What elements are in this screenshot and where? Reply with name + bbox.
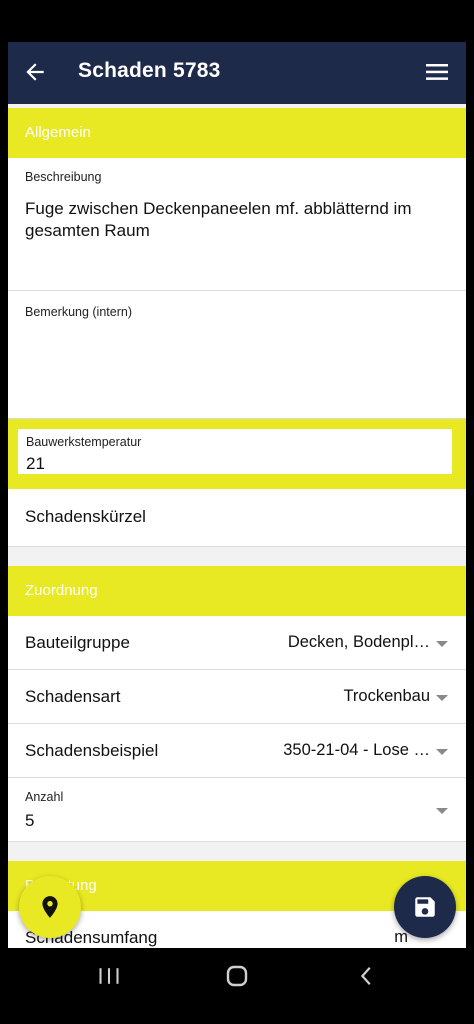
schadenskuerzel-field[interactable]: Schadenskürzel	[8, 489, 466, 547]
system-navigation-bar	[0, 948, 474, 1024]
back-arrow-icon[interactable]	[22, 59, 48, 85]
schadensbeispiel-label: Schadensbeispiel	[25, 741, 159, 760]
schadensbeispiel-select[interactable]: Schadensbeispiel 350-21-04 - Lose …	[8, 724, 466, 778]
schadensbeispiel-value: 350-21-04 - Lose …	[283, 741, 430, 759]
anzahl-select[interactable]: Anzahl 5	[8, 778, 466, 842]
save-icon	[415, 897, 435, 917]
anzahl-value: 5	[25, 811, 35, 830]
device-frame: Schaden 5783 Allgemein Beschreibung Fuge…	[0, 0, 474, 1024]
bemerkung-field[interactable]: Bemerkung (intern)	[8, 291, 466, 419]
bauwerkstemperatur-label: Bauwerkstemperatur	[26, 435, 142, 449]
page-title: Schaden 5783	[78, 59, 221, 82]
home-icon[interactable]	[225, 964, 249, 988]
location-fab-button[interactable]	[19, 876, 81, 938]
bauteilgruppe-value: Decken, Bodenpl…	[287, 633, 430, 651]
bauwerkstemperatur-field[interactable]: Bauwerkstemperatur 21	[18, 429, 452, 474]
app-screen: Schaden 5783 Allgemein Beschreibung Fuge…	[8, 42, 466, 948]
hamburger-menu-icon[interactable]	[426, 62, 448, 82]
bauwerkstemperatur-value: 21	[26, 454, 45, 473]
schadensart-label: Schadensart	[25, 687, 121, 706]
anzahl-label: Anzahl	[25, 790, 64, 804]
beschreibung-label: Beschreibung	[25, 170, 102, 184]
form-content: Allgemein Beschreibung Fuge zwischen Dec…	[8, 104, 466, 948]
chevron-down-icon	[436, 695, 448, 701]
section-header-zuordnung: Zuordnung	[8, 566, 466, 616]
beschreibung-value: Fuge zwischen Deckenpaneelen mf. abblätt…	[25, 199, 412, 240]
section-header-allgemein: Allgemein	[8, 108, 466, 158]
schadensart-value: Trockenbau	[343, 687, 430, 705]
bemerkung-label: Bemerkung (intern)	[25, 305, 132, 319]
schadensart-select[interactable]: Schadensart Trockenbau	[8, 670, 466, 724]
app-bar: Schaden 5783	[8, 42, 466, 104]
bauteilgruppe-select[interactable]: Bauteilgruppe Decken, Bodenpl…	[8, 616, 466, 670]
beschreibung-field[interactable]: Beschreibung Fuge zwischen Deckenpaneele…	[8, 158, 466, 291]
recent-apps-icon[interactable]	[96, 965, 122, 987]
schadenskuerzel-label: Schadenskürzel	[25, 507, 146, 526]
chevron-down-icon	[436, 808, 448, 814]
back-nav-icon[interactable]	[356, 964, 378, 988]
save-fab-button[interactable]	[394, 876, 456, 938]
bauwerkstemperatur-highlight: Bauwerkstemperatur 21	[8, 419, 466, 489]
chevron-down-icon	[436, 749, 448, 755]
bauteilgruppe-label: Bauteilgruppe	[25, 633, 130, 652]
chevron-down-icon	[436, 641, 448, 647]
location-pin-icon	[42, 896, 58, 918]
